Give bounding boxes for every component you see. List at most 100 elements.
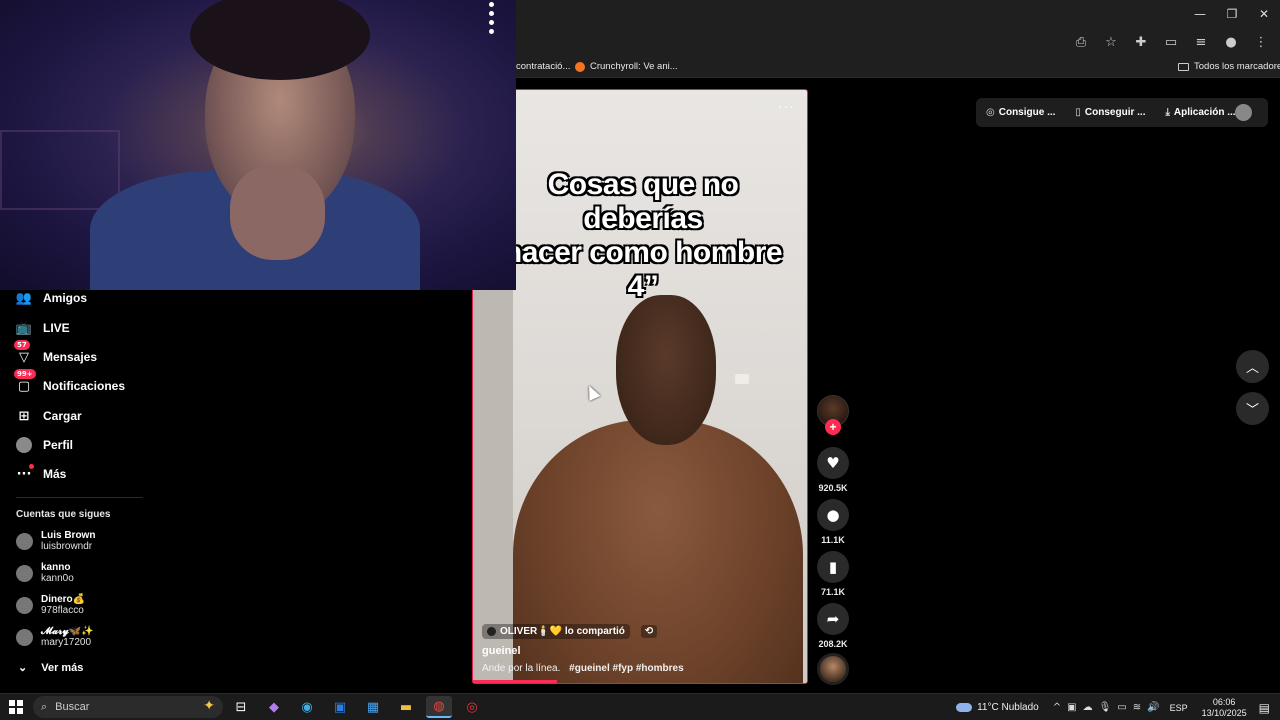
minimize-button[interactable]: — <box>1184 0 1216 28</box>
copilot-icon[interactable]: ◆ <box>261 696 287 718</box>
more-options-icon[interactable]: ··· <box>778 98 795 114</box>
sidebar-item-profile[interactable]: Perfil <box>16 437 73 453</box>
sidebar-item-label: Más <box>43 467 67 481</box>
cloud-icon <box>956 703 973 712</box>
taskbar-apps: ⊟ ◆ ◉ ▣ ▦ ▬ ◍ ◎ <box>228 696 485 718</box>
outlook-icon[interactable]: ▣ <box>327 696 353 718</box>
extensions-icon[interactable]: ✚ <box>1128 32 1154 52</box>
sidebar-item-live[interactable]: 📺 LIVE <box>16 320 70 336</box>
like-button[interactable]: ♥ 920.5K <box>813 447 853 493</box>
sidebar-item-notifications[interactable]: ▢ 99+ Notificaciones <box>14 369 125 394</box>
menu-icon[interactable]: ⋮ <box>1248 32 1274 52</box>
display-icon[interactable]: ▭ <box>1117 702 1126 713</box>
following-title: Cuentas que sigues <box>16 509 111 520</box>
see-more-label: Ver más <box>41 661 84 674</box>
chevron-down-icon: ⌄ <box>18 662 28 674</box>
task-view-icon[interactable]: ⊟ <box>228 696 254 718</box>
avatar <box>487 627 496 636</box>
profile-icon[interactable]: ● <box>1218 32 1244 52</box>
bookmark-crunchyroll[interactable]: Crunchyroll: Ve ani... <box>575 61 678 72</box>
shared-by[interactable]: OLIVER🕯️💛 lo compartió <box>482 624 630 639</box>
edge-icon[interactable]: ◉ <box>294 696 320 718</box>
close-button[interactable]: ✕ <box>1248 0 1280 28</box>
taskbar: ⌕ Buscar ✦ ⊟ ◆ ◉ ▣ ▦ ▬ ◍ ◎ 11°C Nublado … <box>0 693 1280 720</box>
microphone-icon[interactable]: 🎙 <box>1099 702 1112 713</box>
media-control-icon[interactable]: ≡ <box>1188 32 1214 52</box>
get-app-button[interactable]: ▯ Conseguir ... <box>1065 107 1155 118</box>
cast-icon[interactable]: ▭ <box>1158 32 1184 52</box>
chevron-up-icon[interactable]: ^ <box>1053 702 1061 713</box>
sidebar-item-more[interactable]: ··· Más <box>16 464 67 482</box>
bookmark-icon: ▮ <box>817 551 849 583</box>
onedrive-icon[interactable]: ☁ <box>1083 702 1093 713</box>
clock[interactable]: 06:06 13/10/2025 <box>1202 697 1247 719</box>
video-author[interactable]: gueinel <box>482 645 802 657</box>
messages-badge: 57 <box>14 340 30 350</box>
see-more-button[interactable]: ⌄ Ver más <box>18 661 84 675</box>
follow-plus-icon[interactable]: + <box>825 419 841 435</box>
previous-video-button[interactable]: ︿ <box>1236 350 1269 383</box>
desktop-app-button[interactable]: ⤓ Aplicación ... <box>1155 107 1245 118</box>
share-button[interactable]: ➦ 208.2K <box>813 603 853 649</box>
bookmark-label: contratació... <box>516 61 571 72</box>
video-subject <box>616 295 716 445</box>
all-bookmarks[interactable]: Todos los marcadores <box>1178 61 1280 72</box>
video-player[interactable]: Cosas que no deberías hacer como hombre … <box>472 89 808 684</box>
window-controls: — ❐ ✕ <box>1184 0 1280 28</box>
description-text: Ande por la línea. <box>482 663 561 674</box>
live-icon: 📺 <box>15 320 33 336</box>
comment-button[interactable]: ● 11.1K <box>813 499 853 545</box>
following-account[interactable]: Dinero💰 978flacco <box>16 594 85 616</box>
install-app-icon[interactable]: ⎙ <box>1068 32 1094 52</box>
caption-line: Cosas que no deberías <box>547 168 739 235</box>
bookmark-star-icon[interactable]: ☆ <box>1098 32 1124 52</box>
button-label: Aplicación ... <box>1173 107 1236 118</box>
following-account[interactable]: 𝓜𝓪𝓻𝔂🦋✨ mary17200 <box>16 626 94 648</box>
comment-count: 11.1K <box>821 535 845 545</box>
file-explorer-icon[interactable]: ▬ <box>393 696 419 718</box>
account-handle: kann0o <box>41 573 74 584</box>
weather-widget[interactable]: 11°C Nublado <box>956 702 1039 713</box>
language-indicator[interactable]: ESP <box>1170 703 1188 713</box>
video-description: Ande por la línea. #gueinel #fyp #hombre… <box>482 663 802 674</box>
more-icon: ··· <box>16 464 34 482</box>
avatar[interactable] <box>1235 104 1252 121</box>
toolbar-icons: ⎙ ☆ ✚ ▭ ≡ ● ⋮ <box>1068 32 1274 52</box>
tray-app-icon[interactable]: ▣ <box>1067 702 1076 713</box>
get-coins-button[interactable]: ◎ Consigue ... <box>976 107 1065 118</box>
chevron-down-icon: ﹀ <box>1245 403 1259 418</box>
account-name: Luis Brown <box>41 530 96 541</box>
music-disc-icon[interactable] <box>817 653 849 685</box>
store-icon[interactable]: ▦ <box>360 696 386 718</box>
sidebar-item-upload[interactable]: ⊞ Cargar <box>16 408 82 424</box>
button-label: Consigue ... <box>998 107 1056 118</box>
obs-icon[interactable]: ◎ <box>459 696 485 718</box>
following-account[interactable]: Luis Brown luisbrowndr <box>16 530 95 552</box>
webcam-background <box>0 130 120 210</box>
like-count: 920.5K <box>818 483 848 493</box>
sidebar-item-label: Mensajes <box>43 350 98 364</box>
tray-icons: ^ ▣ ☁ 🎙 ▭ ≋ 🔊 <box>1053 702 1160 713</box>
video-progress-bar[interactable] <box>473 680 557 683</box>
video-info: OLIVER🕯️💛 lo compartió ⟲ gueinel Ande po… <box>482 624 802 674</box>
following-account[interactable]: kanno kann0o <box>16 562 74 584</box>
windows-start-icon[interactable] <box>9 700 23 714</box>
taskbar-search[interactable]: ⌕ Buscar ✦ <box>33 696 223 718</box>
share-icon: ➦ <box>817 603 849 635</box>
sidebar-item-friends[interactable]: 👥 Amigos <box>16 290 87 306</box>
restore-button[interactable]: ❐ <box>1216 0 1248 28</box>
repost-icon[interactable]: ⟲ <box>640 625 658 638</box>
caption-line: hacer como hombre 4” <box>503 236 783 303</box>
save-button[interactable]: ▮ 71.1K <box>813 551 853 597</box>
hashtags[interactable]: #gueinel #fyp #hombres <box>569 663 683 674</box>
profile-avatar <box>16 437 32 453</box>
notification-center-icon[interactable]: ▤ <box>1259 701 1270 715</box>
next-video-button[interactable]: ﹀ <box>1236 392 1269 425</box>
sidebar-item-messages[interactable]: ▽ 57 Mensajes <box>14 340 98 365</box>
bookmark-item[interactable]: contratació... <box>516 61 570 72</box>
clock-time: 06:06 <box>1212 696 1236 707</box>
sidebar-item-label: LIVE <box>43 321 70 335</box>
chrome-icon[interactable]: ◍ <box>426 696 452 718</box>
wifi-icon[interactable]: ≋ <box>1133 702 1141 713</box>
volume-icon[interactable]: 🔊 <box>1147 702 1159 713</box>
